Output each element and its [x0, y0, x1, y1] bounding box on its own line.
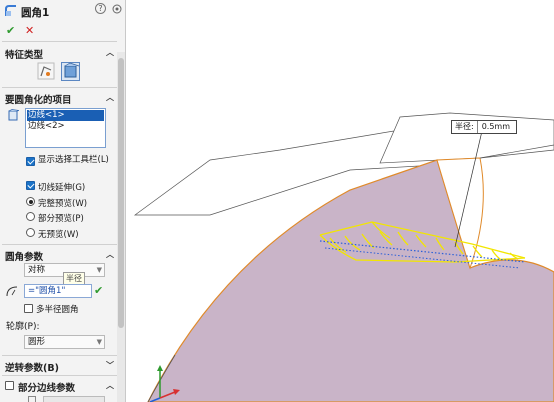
panel-title: 圆角1 — [21, 7, 50, 19]
multi-radius-label: 多半径圆角 — [36, 305, 79, 315]
symmetric-value: 对称 — [28, 265, 46, 275]
profile-dropdown[interactable]: 圆形 ▼ — [24, 335, 105, 349]
no-preview-label: 无预览(W) — [38, 230, 79, 240]
section-items-label: 要圆角化的项目 — [5, 95, 72, 106]
radius-value: ="圆角1" — [28, 286, 66, 296]
collapse-caret-icon[interactable]: ︿ — [106, 47, 114, 58]
section-feature-type-label: 特征类型 — [5, 50, 44, 61]
cancel-icon[interactable]: ✕ — [25, 24, 34, 37]
section-feature-type[interactable]: 特征类型 ︿ — [0, 46, 117, 61]
chevron-down-icon: ▼ — [96, 338, 102, 346]
expand-caret-icon[interactable]: ﹀ — [106, 360, 114, 371]
confirm-check-icon[interactable]: ✔ — [94, 284, 103, 297]
edge-selection-icon — [7, 109, 20, 121]
no-preview-option[interactable]: 无预览(W) — [0, 227, 117, 240]
radius-callout-label: 半径: — [452, 121, 478, 133]
edge-list-item[interactable]: 边线<1> — [27, 110, 104, 121]
section-partial-label: 部分边线参数 — [18, 383, 76, 394]
partial-preview-radio[interactable] — [26, 212, 35, 221]
profile-value: 圆形 — [28, 337, 46, 347]
radius-callout[interactable]: 半径: 0.5mm — [451, 120, 517, 134]
section-partial[interactable]: 部分边线参数 ︿ — [0, 379, 117, 394]
radius-input[interactable]: ="圆角1" — [24, 284, 92, 298]
graphics-area[interactable]: 半径: 0.5mm — [127, 0, 554, 402]
tangent-label: 切线延伸(G) — [38, 183, 86, 193]
model-view[interactable] — [127, 0, 554, 402]
partial-preview-label: 部分预览(P) — [38, 214, 84, 224]
panel-scrollbar-thumb[interactable] — [118, 58, 124, 328]
ok-icon[interactable]: ✔ — [6, 24, 15, 37]
fillet-xpert-button[interactable] — [61, 62, 80, 81]
section-params[interactable]: 圆角参数 ︿ — [0, 248, 117, 263]
property-manager: 圆角1 ? ✔ ✕ 特征类型 ︿ 要圆角化的项目 ︿ 边线<1> 边线<2> 显… — [0, 0, 126, 402]
full-preview-label: 完整预览(W) — [38, 199, 88, 209]
help-icon[interactable]: ? — [95, 3, 106, 14]
chevron-down-icon: ▼ — [96, 266, 102, 274]
partial-edge-checkbox[interactable] — [5, 381, 14, 390]
multi-radius-checkbox[interactable] — [24, 304, 33, 313]
radius-callout-value[interactable]: 0.5mm — [477, 121, 516, 133]
section-reverse-label: 逆转参数(B) — [5, 363, 59, 374]
show-toolbar-checkbox[interactable] — [26, 157, 35, 166]
partial-edge-icon — [28, 396, 36, 402]
tangent-option[interactable]: 切线延伸(G) — [0, 180, 117, 193]
partial-preview-option[interactable]: 部分预览(P) — [0, 211, 117, 224]
collapse-caret-icon[interactable]: ︿ — [106, 249, 114, 260]
tangent-checkbox[interactable] — [26, 181, 35, 190]
collapse-caret-icon[interactable]: ︿ — [106, 380, 114, 391]
section-reverse[interactable]: 逆转参数(B) ﹀ — [0, 359, 117, 374]
edge-selection-list[interactable]: 边线<1> 边线<2> — [25, 108, 106, 148]
full-preview-radio[interactable] — [26, 197, 35, 206]
edge-list-item[interactable]: 边线<2> — [27, 121, 104, 132]
pin-icon[interactable] — [112, 4, 122, 14]
full-preview-option[interactable]: 完整预览(W) — [0, 196, 117, 209]
panel-scrollbar[interactable] — [117, 52, 125, 402]
multi-radius-option[interactable]: 多半径圆角 — [0, 302, 117, 315]
no-preview-radio[interactable] — [26, 228, 35, 237]
show-toolbar-label: 显示选择工具栏(L) — [38, 155, 109, 165]
profile-label: 轮廓(P): — [6, 322, 40, 332]
show-toolbar-option[interactable]: 显示选择工具栏(L) — [0, 154, 117, 176]
section-items[interactable]: 要圆角化的项目 ︿ — [0, 91, 117, 106]
fillet-feature-icon — [5, 5, 17, 17]
collapse-caret-icon[interactable]: ︿ — [106, 92, 114, 103]
section-params-label: 圆角参数 — [5, 252, 44, 263]
radius-icon — [6, 285, 18, 297]
manual-fillet-button[interactable] — [37, 62, 55, 80]
partial-edge-field[interactable] — [43, 396, 105, 402]
